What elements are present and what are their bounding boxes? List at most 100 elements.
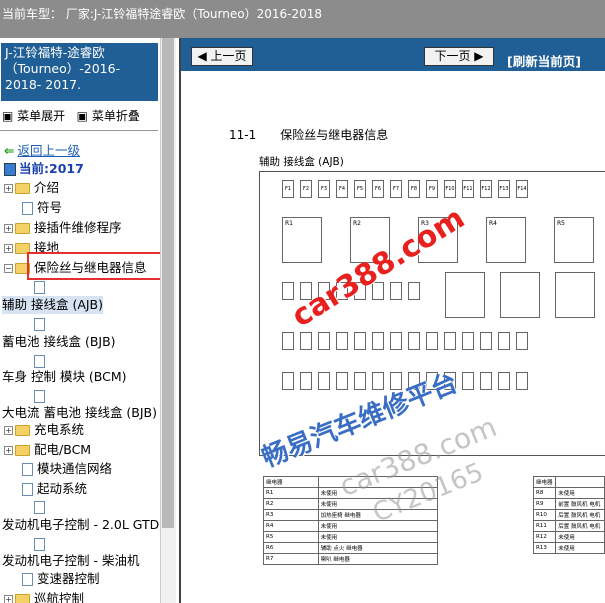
fuse (282, 332, 294, 350)
folder-icon (15, 445, 30, 456)
table-row: R6 辅助 点火 继电器 (263, 542, 439, 554)
relay (500, 272, 540, 318)
prev-page-button[interactable]: ◀ 上一页 (191, 47, 253, 66)
expand-plus-icon[interactable]: + (4, 224, 13, 233)
tree-item-hc-bjb[interactable]: 大电流 蓄电池 接线盒 (BJB) (2, 404, 157, 422)
fuse: F13 (498, 180, 510, 198)
fuse: F4 (336, 180, 348, 198)
tree-item-doc[interactable] (34, 535, 49, 553)
tree-item[interactable]: + 介绍 (4, 179, 59, 197)
fuse (354, 332, 366, 350)
fuse (444, 332, 456, 350)
sidebar: J-江铃福特-途睿欧（Tourneo）-2016-2018- 2017. ▣ 菜… (0, 38, 176, 603)
tree-item-doc[interactable] (34, 498, 49, 516)
fuse (372, 332, 384, 350)
fuse: F6 (372, 180, 384, 198)
next-arrow-icon: ▶ (474, 49, 484, 63)
expand-plus-icon[interactable]: + (4, 595, 13, 603)
fuse-row-lower (282, 332, 534, 350)
fuse (282, 372, 294, 390)
expand-plus-icon[interactable]: + (4, 426, 13, 435)
relay (445, 272, 485, 318)
tree-item-doc[interactable] (34, 387, 49, 405)
tree-item-diesel[interactable]: 发动机电子控制 - 柴油机 (2, 552, 139, 570)
document-icon (22, 573, 33, 586)
fuse (498, 372, 510, 390)
fuse: F12 (480, 180, 492, 198)
tree-item-bjb[interactable]: 蓄电池 接线盒 (BJB) (2, 333, 116, 351)
relay (555, 272, 595, 318)
tree-item[interactable]: + 配电/BCM (4, 441, 91, 459)
table-row: R9 前置 鼓风机 电机 (532, 498, 605, 510)
tree-item[interactable]: 起动系统 (22, 480, 87, 498)
fuse (516, 332, 528, 350)
expand-menu-button[interactable]: 菜单展开 (17, 109, 65, 123)
back-link[interactable]: ⇐ 返回上一级 (4, 142, 80, 160)
tree-item-doc[interactable] (34, 278, 49, 296)
table-row: R13 未使用 (532, 542, 605, 554)
sidebar-title: J-江铃福特-途睿欧（Tourneo）-2016-2018- 2017. (1, 43, 158, 101)
tree-item-ajb[interactable]: 辅助 接线盒 (AJB) (2, 296, 104, 314)
tree-item-bcm[interactable]: 车身 控制 模块 (BCM) (2, 368, 127, 386)
tree-item[interactable]: + 巡航控制 (4, 590, 84, 603)
fuse: F8 (408, 180, 420, 198)
relay-table-right: 继电器 R8 未使用 R9 前置 鼓风机 电机 R10 后置 鼓风机 电机 R11 后置… (532, 476, 605, 554)
tree-item[interactable]: 符号 (22, 199, 62, 217)
refresh-page-link[interactable]: [刷新当前页] (507, 51, 581, 70)
divider (0, 130, 158, 131)
table-row: R5 未使用 (263, 531, 439, 543)
next-page-button[interactable]: 下一页 ▶ (424, 47, 494, 66)
fuse (300, 332, 312, 350)
folder-icon (15, 425, 30, 436)
fuse: F5 (354, 180, 366, 198)
fuse: F9 (426, 180, 438, 198)
fuse: F1 (282, 180, 294, 198)
fuse (480, 332, 492, 350)
document-icon (34, 318, 45, 331)
fuse (354, 372, 366, 390)
relay: R1 (282, 217, 322, 263)
expand-plus-icon[interactable]: + (4, 244, 13, 253)
collapse-menu-button[interactable]: 菜单折叠 (92, 109, 140, 123)
fuse (318, 332, 330, 350)
expand-plus-icon[interactable]: + (4, 446, 13, 455)
table-row: R7 喇叭 继电器 (263, 553, 439, 565)
table-row: R11 后置 鼓风机 电机 (532, 520, 605, 532)
fuse (462, 332, 474, 350)
collapse-icon: ▣ (76, 109, 88, 123)
fuse (408, 282, 420, 300)
top-bar: 当前车型： 厂家:J-江铃福特途睿欧（Tourneo）2016-2018 (0, 0, 605, 38)
collapse-minus-icon[interactable]: − (4, 264, 13, 273)
tree-item[interactable]: + 充电系统 (4, 421, 84, 439)
fuse (516, 372, 528, 390)
tree-item[interactable]: + 接插件维修程序 (4, 219, 122, 237)
fuse (372, 372, 384, 390)
prev-arrow-icon: ◀ (197, 49, 207, 63)
back-arrow-icon: ⇐ (4, 143, 15, 158)
tree-item-doc[interactable] (34, 315, 49, 333)
table-row: R12 未使用 (532, 531, 605, 543)
tree-item-gtdi[interactable]: 发动机电子控制 - 2.0L GTDi (2, 516, 163, 534)
relay: R5 (554, 217, 594, 263)
table-row: R4 未使用 (263, 520, 439, 532)
fuse (480, 372, 492, 390)
fuse (336, 332, 348, 350)
fuse (426, 332, 438, 350)
fuse: F14 (516, 180, 528, 198)
document-icon (22, 483, 33, 496)
scrollbar-thumb[interactable] (162, 38, 174, 528)
document-icon (34, 281, 45, 294)
fuse (318, 372, 330, 390)
tree-item[interactable]: 模块通信网络 (22, 460, 112, 478)
section-title: 11-1 保险丝与继电器信息 (229, 128, 389, 142)
fuse (390, 282, 402, 300)
fuse: F7 (390, 180, 402, 198)
table-row: 继电器 (532, 476, 605, 488)
tree-item[interactable]: 变速器控制 (22, 570, 100, 588)
fuse (336, 372, 348, 390)
fuse (300, 372, 312, 390)
fuse: F10 (444, 180, 456, 198)
fuse (390, 332, 402, 350)
fuse (408, 332, 420, 350)
expand-plus-icon[interactable]: + (4, 184, 13, 193)
